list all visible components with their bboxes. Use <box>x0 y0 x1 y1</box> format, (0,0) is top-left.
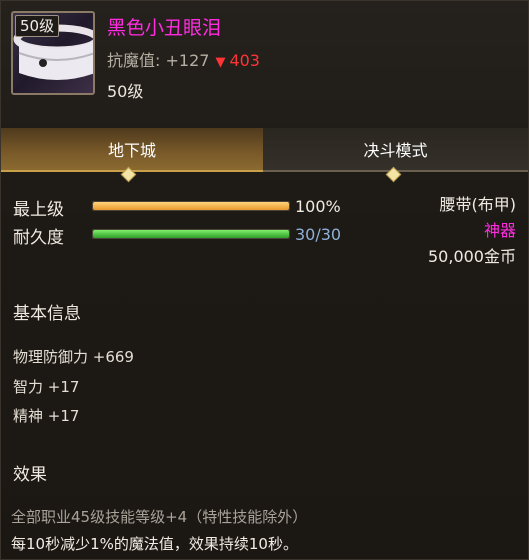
attribute-line: 物理防御力 +669 <box>13 348 134 366</box>
item-icon[interactable]: 50级 <box>11 11 95 95</box>
grade-bar <box>92 201 290 211</box>
durability-value: 30/30 <box>295 225 342 244</box>
tab-dungeon[interactable]: 地下城 <box>1 128 263 172</box>
mode-tabs: 地下城 决斗模式 <box>1 128 528 172</box>
item-level-badge: 50级 <box>15 15 60 37</box>
attribute-line: 精神 +17 <box>13 407 80 425</box>
down-arrow-icon: ▼ <box>215 55 226 70</box>
magic-resist-stat: 抗魔值: +127 ▼ 403 <box>107 47 260 71</box>
attribute-line: 智力 +17 <box>13 378 80 396</box>
durability-bar-fill <box>93 230 289 238</box>
grade-label: 最上级 <box>13 200 64 220</box>
durability-bar <box>92 229 290 239</box>
item-name: 黑色小丑眼泪 <box>107 17 222 39</box>
grade-bar-fill <box>93 202 289 210</box>
effects-title: 效果 <box>13 465 47 485</box>
effect-line: 每10秒减少1%的魔法值，效果持续10秒。 <box>11 535 298 553</box>
item-type: 腰带(布甲) <box>439 195 517 214</box>
item-tooltip: 50级 黑色小丑眼泪 抗魔值: +127 ▼ 403 50级 地下城 决斗模式 最上… <box>0 0 529 560</box>
effect-line: 全部职业45级技能等级+4（特性技能除外） <box>11 508 308 526</box>
item-rarity: 神器 <box>483 221 516 240</box>
durability-label: 耐久度 <box>13 228 64 248</box>
magic-resist-delta: 403 <box>229 51 260 70</box>
grade-value: 100% <box>295 197 341 216</box>
required-level: 50级 <box>107 82 144 101</box>
tab-duel-mode[interactable]: 决斗模式 <box>263 128 528 172</box>
basic-info-title: 基本信息 <box>13 304 81 324</box>
magic-resist-label: 抗魔值: +127 <box>107 51 210 70</box>
item-price: 50,000金币 <box>428 247 516 266</box>
